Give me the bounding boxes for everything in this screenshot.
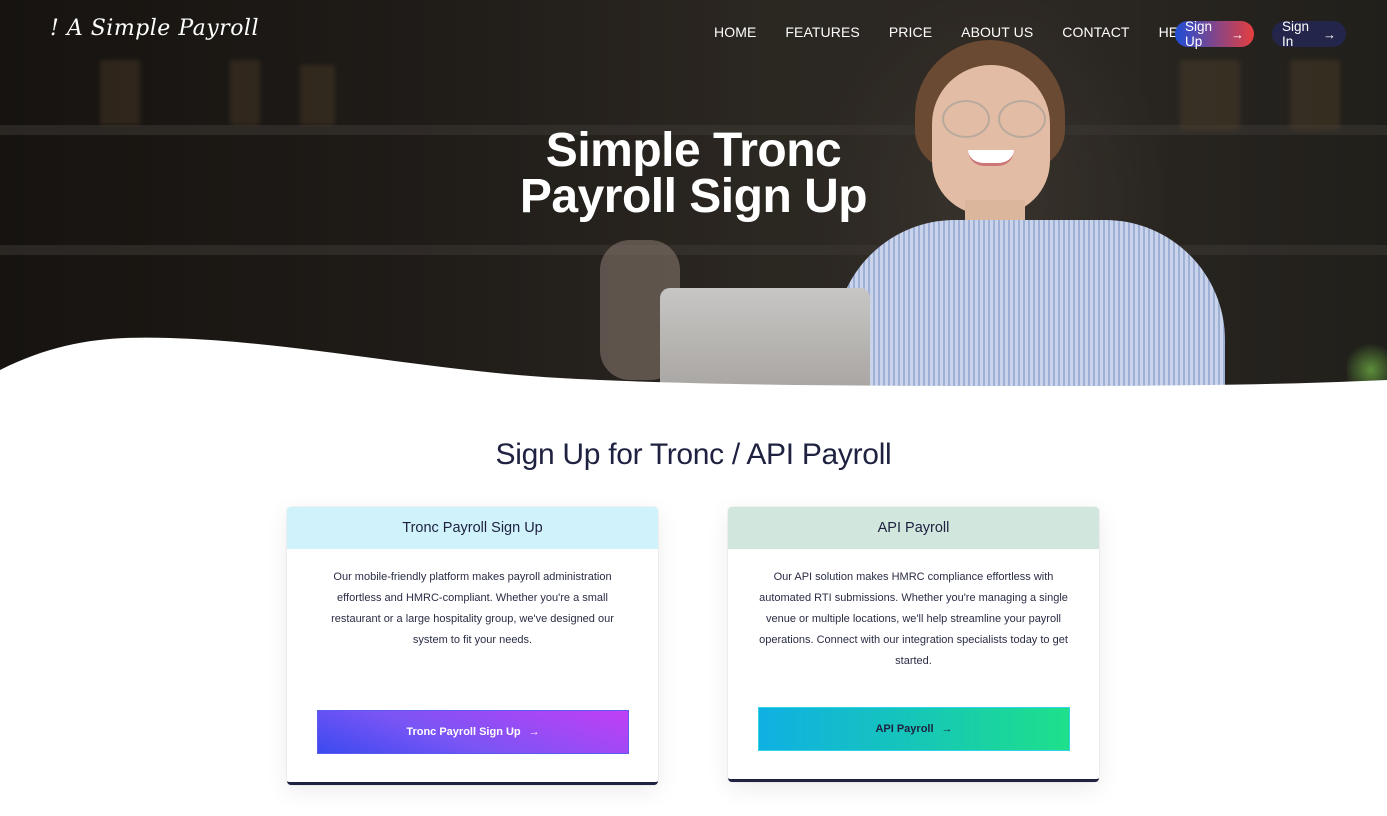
tronc-payroll-signup-button[interactable]: Tronc Payroll Sign Up → — [317, 710, 629, 754]
card-description: Our mobile-friendly platform makes payro… — [331, 571, 614, 646]
card-header: API Payroll — [728, 507, 1099, 549]
hero-title: Simple Tronc Payroll Sign Up — [0, 124, 1387, 223]
sign-in-label: Sign In — [1282, 19, 1310, 49]
sign-up-label: Sign Up — [1185, 19, 1213, 49]
button-label: Tronc Payroll Sign Up — [406, 726, 521, 738]
hero-wave-divider — [0, 337, 1387, 390]
nav-price[interactable]: PRICE — [889, 24, 932, 40]
card-description: Our API solution makes HMRC compliance e… — [759, 571, 1068, 667]
api-payroll-card: API Payroll Our API solution makes HMRC … — [728, 507, 1099, 782]
nav-contact[interactable]: CONTACT — [1062, 24, 1129, 40]
api-payroll-button[interactable]: API Payroll → — [758, 707, 1070, 751]
arrow-right-icon: → — [528, 726, 540, 738]
section-title: Sign Up for Tronc / API Payroll — [495, 438, 892, 471]
sign-in-button[interactable]: Sign In → — [1272, 19, 1346, 49]
nav-about-us[interactable]: ABOUT US — [961, 24, 1033, 40]
sign-up-button[interactable]: Sign Up → — [1175, 19, 1254, 49]
arrow-right-icon: → — [941, 723, 953, 735]
button-label: API Payroll — [875, 723, 934, 735]
hero-title-line-2: Payroll Sign Up — [519, 170, 868, 223]
hero-title-line-1: Simple Tronc — [545, 124, 842, 177]
hero-banner: Simple Tronc Payroll Sign Up — [0, 0, 1387, 390]
arrow-right-icon: → — [1231, 26, 1244, 42]
site-logo[interactable]: ! A Simple Payroll — [50, 16, 259, 41]
nav-features[interactable]: FEATURES — [785, 24, 859, 40]
tronc-payroll-card: Tronc Payroll Sign Up Our mobile-friendl… — [287, 507, 658, 785]
arrow-right-icon: → — [1323, 26, 1336, 42]
main-nav: HOME FEATURES PRICE ABOUT US CONTACT HEL… — [700, 24, 1196, 40]
nav-home[interactable]: HOME — [714, 24, 756, 40]
card-header: Tronc Payroll Sign Up — [287, 507, 658, 549]
